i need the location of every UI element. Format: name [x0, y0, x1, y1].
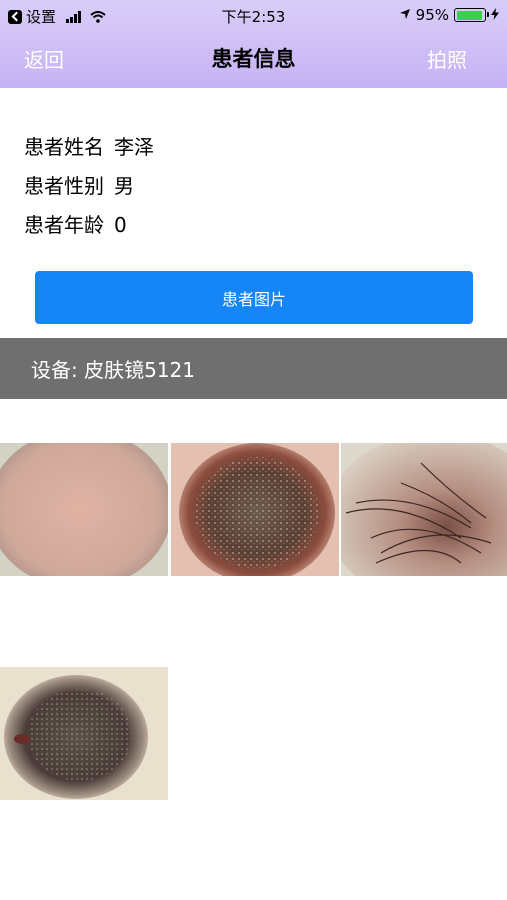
photo-thumbnail-1[interactable] [0, 443, 168, 576]
camera-button[interactable]: 拍照 [427, 44, 467, 73]
patient-gender-row: 患者性别男 [24, 167, 154, 206]
photo-thumbnail-3[interactable] [341, 443, 507, 576]
battery-percent: 95% [415, 6, 449, 24]
photo-thumbnail-2[interactable] [171, 443, 339, 576]
patient-info: 患者姓名 李泽 患者性别男 患者年龄 0 [24, 128, 154, 245]
patient-name-value: 李泽 [114, 135, 154, 159]
patient-age-label: 患者年龄 [24, 213, 104, 237]
device-bar: 设备: 皮肤镜5121 [0, 338, 507, 399]
status-bar: 设置 下午2:53 95% [0, 0, 507, 30]
patient-age-value: 0 [114, 213, 127, 237]
navigation-bar: 返回 患者信息 拍照 [0, 30, 507, 88]
header-background: 设置 下午2:53 95% 返回 患者信息 拍照 [0, 0, 507, 88]
battery-icon [454, 8, 489, 22]
patient-gender-label: 患者性别 [24, 174, 104, 198]
patient-gender-value: 男 [114, 174, 134, 198]
patient-name-row: 患者姓名 李泽 [24, 128, 154, 167]
charging-icon [491, 6, 499, 24]
patient-name-label: 患者姓名 [24, 135, 104, 159]
patient-age-row: 患者年龄 0 [24, 206, 154, 245]
photo-thumbnail-4[interactable] [0, 667, 168, 800]
location-arrow-icon [399, 6, 411, 24]
patient-images-button[interactable]: 患者图片 [35, 271, 473, 324]
